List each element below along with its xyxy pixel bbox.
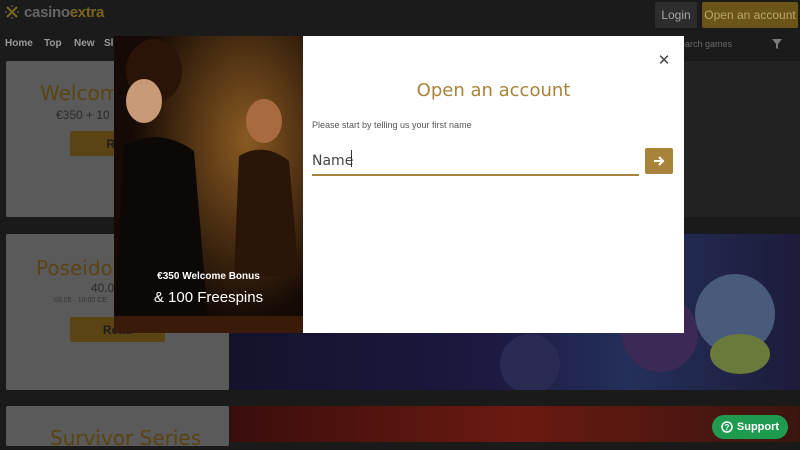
first-name-input[interactable] — [312, 148, 639, 176]
nav-item-top[interactable]: Top — [44, 38, 62, 49]
modal-title: Open an account — [416, 80, 571, 101]
close-icon[interactable]: ✕ — [657, 53, 671, 68]
text-caret — [351, 150, 352, 167]
nav-item-new[interactable]: New — [74, 38, 95, 49]
logo-mark-icon — [5, 5, 19, 19]
bonus-caption: €350 Welcome Bonus — [157, 271, 260, 282]
help-icon: ? — [721, 421, 733, 433]
search-input[interactable]: earch games — [680, 39, 732, 49]
modal-subtitle: Please start by telling us your first na… — [312, 120, 472, 130]
next-button[interactable] — [645, 148, 673, 174]
support-button[interactable]: ? Support — [712, 415, 788, 439]
logo-text: casinoextra — [24, 3, 105, 21]
login-button[interactable]: Login — [655, 2, 697, 28]
filter-icon[interactable] — [772, 39, 782, 49]
open-account-button[interactable]: Open an account — [702, 2, 798, 28]
modal-promo-image: €350 Welcome Bonus & 100 Freespins — [114, 36, 303, 333]
promo-card-survivor: Survivor Series — [6, 406, 229, 450]
support-label: Support — [736, 421, 780, 433]
logo[interactable]: casinoextra — [4, 3, 105, 21]
freespins-caption: & 100 Freespins — [153, 289, 264, 306]
open-account-modal: ✕ Open an account Please start by tellin… — [303, 36, 684, 333]
top-header: casinoextra Login Open an account — [0, 0, 800, 32]
arrow-right-icon — [654, 156, 665, 166]
nav-item-home[interactable]: Home — [5, 38, 33, 49]
svg-text:?: ? — [724, 423, 729, 432]
nav-item-slots[interactable]: Sl — [104, 38, 113, 49]
